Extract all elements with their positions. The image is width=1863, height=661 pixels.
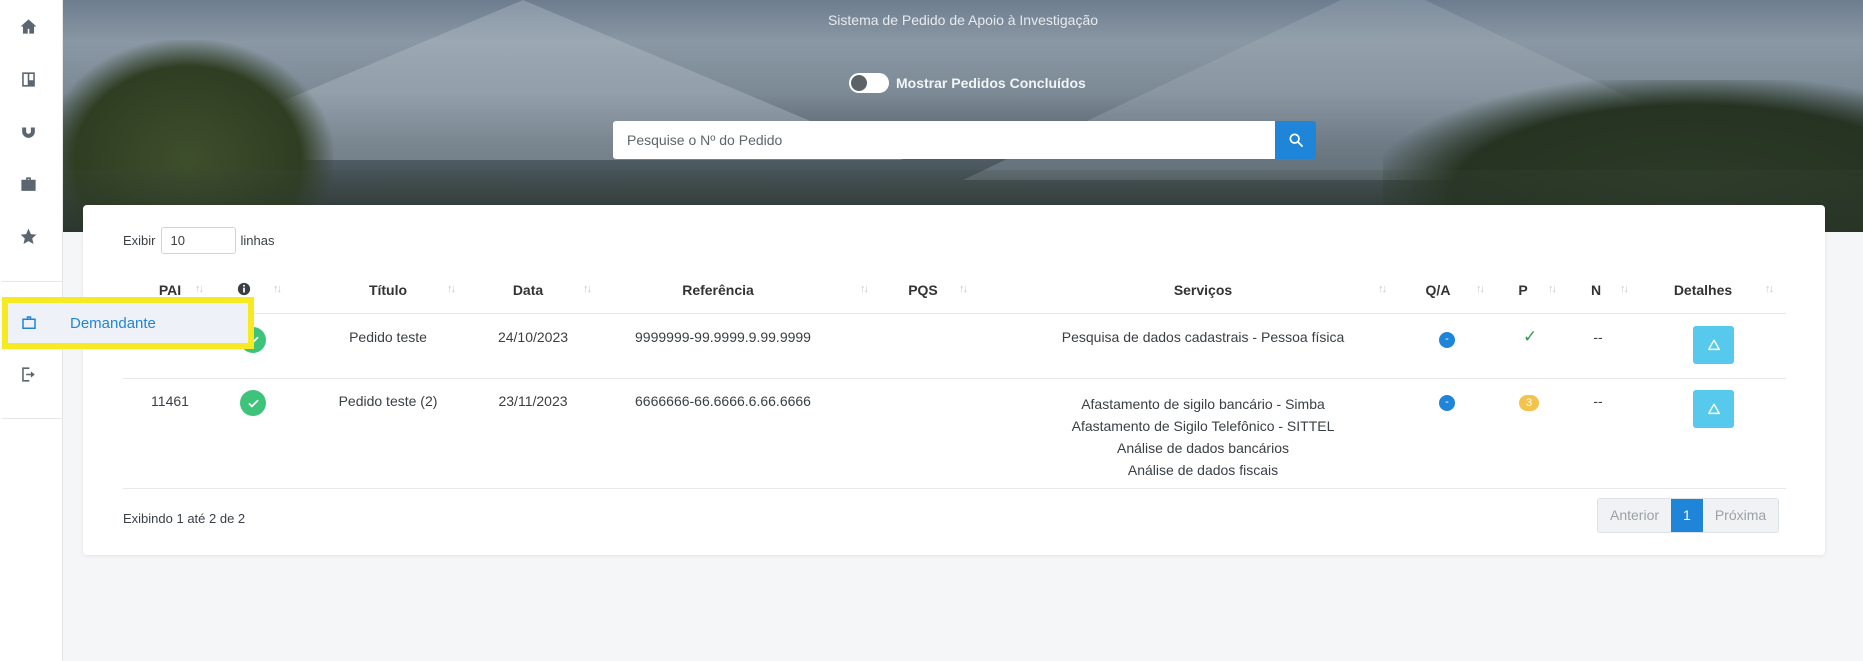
cell-titulo: Pedido teste	[349, 329, 427, 345]
sort-icon[interactable]: ↑↓	[860, 283, 869, 295]
search-input[interactable]	[613, 121, 1275, 159]
page-length-input[interactable]	[160, 227, 236, 254]
length-prefix: Exibir	[123, 233, 156, 248]
service-item: Afastamento de sigilo bancário - Simba	[1081, 396, 1325, 412]
sidebar-item-demandante[interactable]: Demandante	[2, 297, 254, 349]
app-subtitle: Sistema de Pedido de Apoio à Investigaçã…	[827, 12, 1099, 28]
pagination-next[interactable]: Próxima	[1702, 499, 1779, 532]
column-header-n[interactable]: N	[1586, 282, 1606, 298]
toggle-label: Mostrar Pedidos Concluídos	[896, 75, 1086, 91]
cell-servicos: Pesquisa de dados cadastrais - Pessoa fí…	[1023, 329, 1383, 345]
p-check-icon: ✓	[1523, 327, 1538, 346]
sort-icon[interactable]: ↑↓	[1548, 283, 1557, 295]
row-divider	[123, 378, 1786, 379]
qa-indicator: -	[1439, 332, 1455, 348]
length-suffix: linhas	[240, 233, 275, 248]
service-item: Análise de dados bancários	[1116, 440, 1289, 456]
cell-n: --	[1593, 329, 1603, 345]
column-header-servicos[interactable]: Serviços	[1143, 282, 1263, 298]
search-bar	[613, 121, 1316, 159]
details-button[interactable]	[1693, 390, 1734, 428]
cell-titulo: Pedido teste (2)	[338, 393, 438, 409]
column-header-data[interactable]: Data	[493, 282, 563, 298]
pagination: Anterior 1 Próxima	[1597, 498, 1780, 533]
cell-data: 24/10/2023	[497, 329, 569, 345]
cell-pai: 11461	[151, 393, 189, 409]
cell-n: --	[1593, 393, 1603, 409]
magnet-icon[interactable]	[16, 119, 40, 143]
requests-card: Exibir linhas PAI ↑↓ ↑↓ Título ↑↓ Data ↑…	[83, 205, 1825, 555]
p-count-badge: 3	[1519, 395, 1539, 411]
briefcase-icon	[22, 316, 36, 329]
search-button[interactable]	[1275, 121, 1316, 159]
sort-icon[interactable]: ↑↓	[583, 283, 592, 295]
sort-icon[interactable]: ↑↓	[195, 283, 204, 295]
cell-referencia: 9999999-99.9999.9.99.9999	[635, 329, 811, 345]
hero-banner: Sistema de Pedido de Apoio à Investigaçã…	[63, 0, 1863, 232]
column-header-referencia[interactable]: Referência	[653, 282, 783, 298]
info-icon	[237, 282, 251, 296]
service-item: Pesquisa de dados cadastrais - Pessoa fí…	[1061, 329, 1345, 345]
board-icon[interactable]	[16, 67, 40, 91]
show-completed-toggle[interactable]: Mostrar Pedidos Concluídos	[849, 73, 1086, 93]
briefcase-icon[interactable]	[16, 172, 40, 196]
search-icon	[1288, 133, 1303, 147]
column-header-qa[interactable]: Q/A	[1413, 282, 1463, 298]
sidebar-divider	[2, 418, 62, 419]
cell-referencia: 6666666-66.6666.6.66.6666	[635, 393, 811, 409]
column-header-detalhes[interactable]: Detalhes	[1663, 282, 1743, 298]
qa-indicator: -	[1439, 395, 1455, 411]
service-item: Afastamento de Sigilo Telefônico - SITTE…	[1071, 418, 1335, 434]
sort-icon[interactable]: ↑↓	[1620, 283, 1629, 295]
column-header-pai[interactable]: PAI	[150, 282, 190, 298]
service-item: Análise de dados fiscais	[1127, 462, 1279, 478]
header-divider	[123, 313, 1786, 314]
status-check-icon	[240, 390, 266, 416]
cell-servicos: Afastamento de sigilo bancário - Simba A…	[1023, 393, 1383, 481]
table-info: Exibindo 1 até 2 de 2	[123, 511, 246, 526]
row-divider	[123, 488, 1786, 489]
column-header-titulo[interactable]: Título	[333, 282, 443, 298]
sidebar-item-label: Demandante	[70, 314, 156, 332]
triangle-icon	[1707, 339, 1720, 351]
star-icon[interactable]	[16, 224, 40, 248]
page-length-control: Exibir linhas	[123, 227, 274, 254]
sidebar-divider	[2, 281, 62, 282]
toggle-switch[interactable]	[849, 73, 889, 93]
sort-icon[interactable]: ↑↓	[1765, 283, 1774, 295]
sort-icon[interactable]: ↑↓	[1378, 283, 1387, 295]
cell-data: 23/11/2023	[498, 393, 568, 409]
logout-icon[interactable]	[16, 362, 40, 386]
pagination-page-current[interactable]: 1	[1671, 499, 1703, 532]
pagination-prev[interactable]: Anterior	[1598, 499, 1672, 532]
column-header-p[interactable]: P	[1513, 282, 1533, 298]
column-header-pqs[interactable]: PQS	[898, 282, 948, 298]
sort-icon[interactable]: ↑↓	[273, 283, 282, 295]
details-button[interactable]	[1693, 326, 1734, 364]
sort-icon[interactable]: ↑↓	[447, 283, 456, 295]
sort-icon[interactable]: ↑↓	[1476, 283, 1485, 295]
home-icon[interactable]	[16, 14, 40, 38]
triangle-icon	[1707, 403, 1720, 415]
sort-icon[interactable]: ↑↓	[959, 283, 968, 295]
